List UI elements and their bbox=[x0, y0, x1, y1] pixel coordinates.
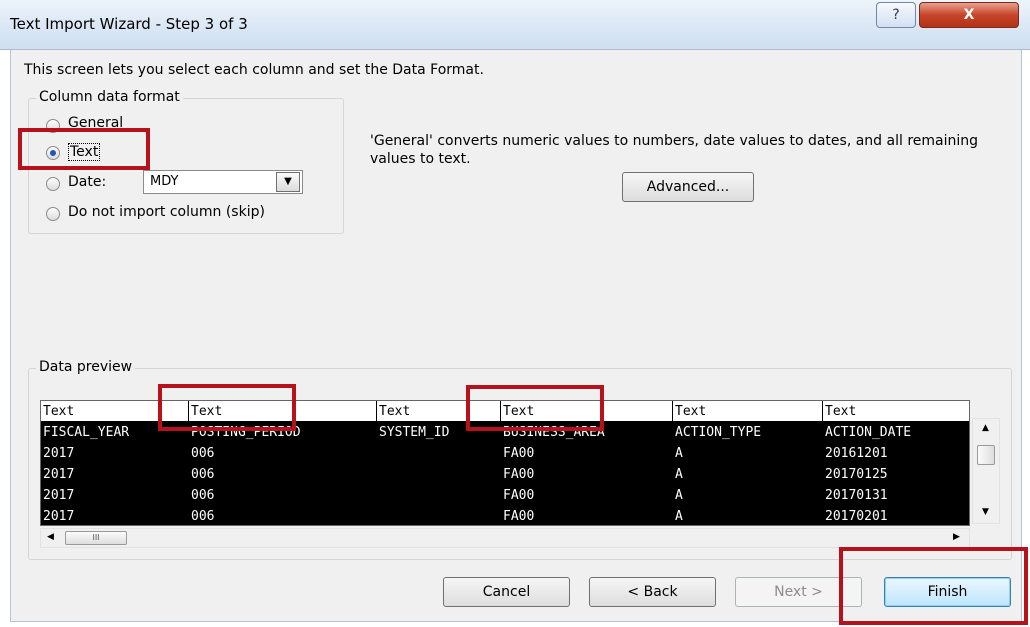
advanced-button[interactable]: Advanced... bbox=[622, 172, 754, 202]
intro-text: This screen lets you select each column … bbox=[24, 62, 484, 78]
preview-cell: FA00 bbox=[503, 467, 535, 482]
preview-cell: 006 bbox=[191, 446, 215, 461]
preview-row: 2017 006 FA00 A 20170201 bbox=[41, 506, 969, 525]
annotation-highlight-text-option bbox=[18, 128, 150, 170]
preview-cell: A bbox=[675, 488, 683, 503]
preview-row: 2017 006 FA00 A 20170131 bbox=[41, 485, 969, 506]
date-format-select[interactable]: MDY ▼ bbox=[143, 170, 303, 194]
column-format-title: Column data format bbox=[36, 89, 183, 105]
preview-cell: FA00 bbox=[503, 446, 535, 461]
window-title: Text Import Wizard - Step 3 of 3 bbox=[10, 15, 248, 33]
preview-cell: 2017 bbox=[43, 488, 75, 503]
scroll-up-icon[interactable]: ▲ bbox=[982, 423, 989, 433]
preview-cell bbox=[377, 443, 501, 464]
preview-cell: A bbox=[675, 446, 683, 461]
preview-cell: A bbox=[675, 467, 683, 482]
preview-row: 2017 006 FA00 A 20161201 bbox=[41, 443, 969, 464]
preview-cell: FA00 bbox=[503, 509, 535, 524]
preview-cell: 20170125 bbox=[825, 467, 888, 482]
preview-row: 2017 006 FA00 A 20170125 bbox=[41, 464, 969, 485]
vertical-scroll-thumb[interactable] bbox=[977, 445, 995, 465]
column-format-cell[interactable]: Text bbox=[823, 401, 969, 422]
preview-cell: 2017 bbox=[43, 446, 75, 461]
preview-cell bbox=[377, 464, 501, 485]
preview-cell: 006 bbox=[191, 488, 215, 503]
preview-cell: 006 bbox=[191, 509, 215, 524]
column-format-cell[interactable]: Text bbox=[673, 401, 823, 422]
scroll-left-icon[interactable]: ◀ bbox=[47, 532, 54, 542]
preview-cell: 2017 bbox=[43, 509, 75, 524]
scroll-down-icon[interactable]: ▼ bbox=[982, 507, 989, 517]
preview-cell: 2017 bbox=[43, 467, 75, 482]
preview-cell: 20170201 bbox=[825, 509, 888, 524]
annotation-highlight-column-4 bbox=[466, 385, 604, 431]
general-note: 'General' converts numeric values to num… bbox=[370, 133, 979, 167]
radio-skip-label: Do not import column (skip) bbox=[68, 204, 265, 220]
preview-cell: 006 bbox=[191, 467, 215, 482]
cancel-button[interactable]: Cancel bbox=[443, 577, 570, 607]
scroll-right-icon[interactable]: ▶ bbox=[953, 532, 960, 542]
title-bar: Text Import Wizard - Step 3 of 3 ? X bbox=[0, 0, 1030, 50]
annotation-highlight-column-2 bbox=[158, 384, 296, 431]
preview-vertical-scrollbar[interactable]: ▲ ▼ bbox=[972, 418, 1000, 524]
preview-horizontal-scrollbar[interactable]: ◀ III ▶ bbox=[40, 528, 970, 548]
chevron-down-icon[interactable]: ▼ bbox=[276, 172, 300, 192]
back-button[interactable]: < Back bbox=[589, 577, 716, 607]
preview-cell: FA00 bbox=[503, 488, 535, 503]
date-format-value: MDY bbox=[150, 174, 179, 189]
radio-date-label: Date: bbox=[68, 174, 107, 190]
data-preview-title: Data preview bbox=[36, 359, 136, 375]
preview-cell: A bbox=[675, 509, 683, 524]
radio-date[interactable] bbox=[46, 177, 60, 191]
preview-cell bbox=[377, 506, 501, 525]
preview-cell: 20161201 bbox=[825, 446, 888, 461]
annotation-highlight-finish bbox=[839, 547, 1028, 625]
preview-cell: ACTION_DATE bbox=[825, 425, 912, 440]
radio-skip[interactable] bbox=[46, 207, 60, 221]
close-button[interactable]: X bbox=[919, 2, 1019, 28]
horizontal-scroll-thumb[interactable]: III bbox=[65, 531, 127, 545]
preview-cell: ACTION_TYPE bbox=[675, 425, 762, 440]
help-button[interactable]: ? bbox=[876, 2, 916, 28]
preview-cell: 20170131 bbox=[825, 488, 888, 503]
preview-cell bbox=[377, 485, 501, 506]
